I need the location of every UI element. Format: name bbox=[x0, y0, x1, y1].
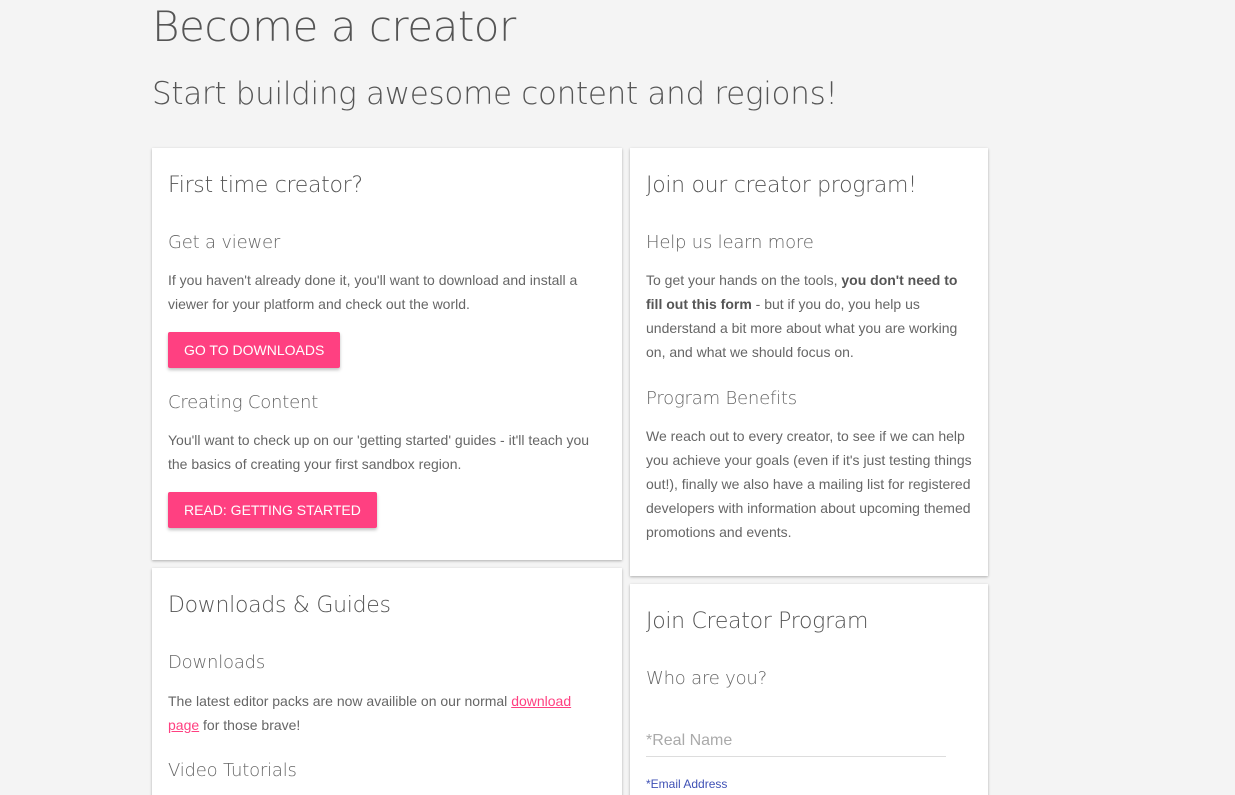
read-getting-started-button[interactable]: Read: Getting Started bbox=[168, 492, 377, 528]
downloads-guides-title: Downloads & Guides bbox=[168, 593, 391, 618]
downloads-heading: Downloads bbox=[168, 652, 266, 673]
program-benefits-heading: Program Benefits bbox=[646, 388, 797, 409]
downloads-text: The latest editor packs are now availibl… bbox=[168, 693, 572, 733]
help-learn-text: To get your hands on the tools, you don'… bbox=[646, 272, 958, 360]
get-viewer-text: If you haven't already done it, you'll w… bbox=[168, 272, 578, 312]
first-time-title: First time creator? bbox=[168, 173, 363, 198]
page-title: Become a creator bbox=[152, 2, 516, 51]
page-subtitle: Start building awesome content and regio… bbox=[152, 76, 838, 112]
creating-content-text: You'll want to check up on our 'getting … bbox=[168, 432, 590, 472]
join-form-title: Join Creator Program bbox=[646, 609, 869, 634]
real-name-input[interactable] bbox=[646, 726, 946, 757]
join-form-card: Join Creator Program Who are you? *Email… bbox=[630, 584, 988, 795]
video-tutorials-heading: Video Tutorials bbox=[168, 760, 297, 781]
creator-program-card: Join our creator program! Help us learn … bbox=[630, 148, 988, 576]
who-are-you-heading: Who are you? bbox=[646, 668, 767, 689]
get-viewer-heading: Get a viewer bbox=[168, 232, 281, 253]
downloads-guides-card: Downloads & Guides Downloads The latest … bbox=[152, 568, 622, 795]
go-to-downloads-button[interactable]: Go to Downloads bbox=[168, 332, 341, 368]
program-benefits-text: We reach out to every creator, to see if… bbox=[646, 428, 972, 540]
help-learn-heading: Help us learn more bbox=[646, 232, 814, 253]
email-address-label: *Email Address bbox=[646, 777, 728, 791]
first-time-creator-card: First time creator? Get a viewer If you … bbox=[152, 148, 622, 560]
creating-content-heading: Creating Content bbox=[168, 392, 319, 413]
creator-program-title: Join our creator program! bbox=[646, 173, 917, 198]
